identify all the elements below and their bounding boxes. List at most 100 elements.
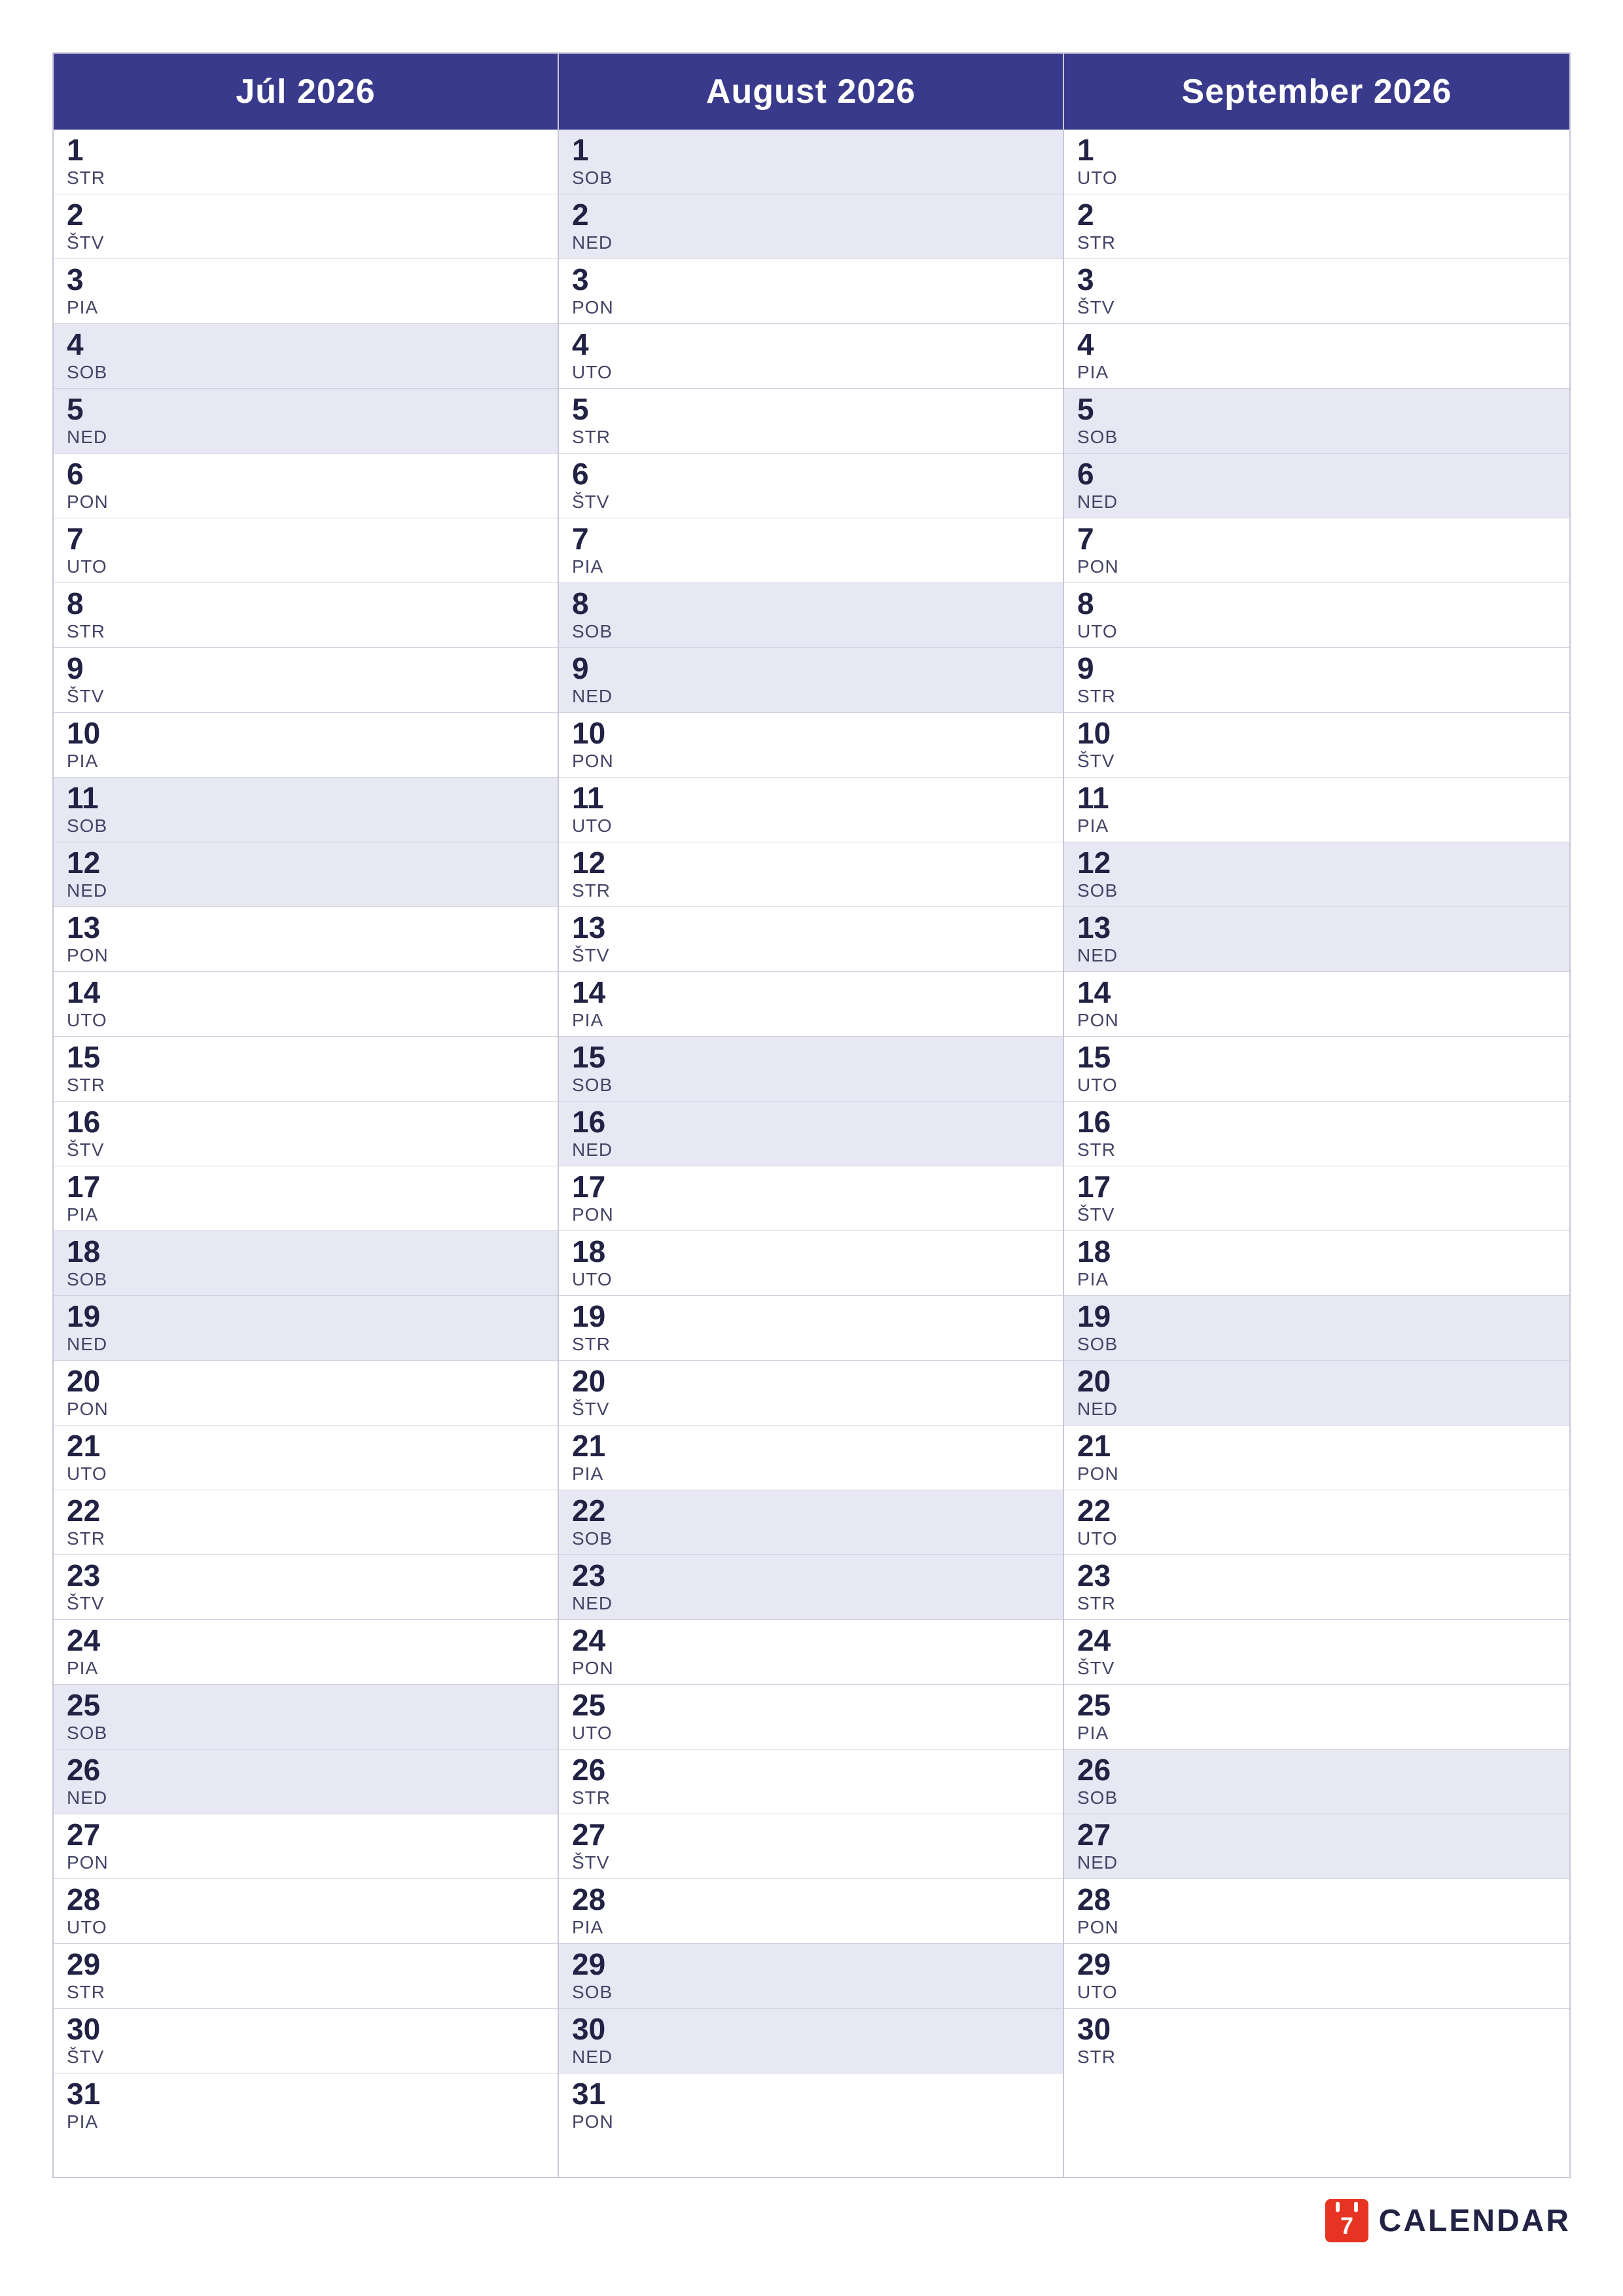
day-number: 30 <box>1077 2014 1130 2044</box>
day-info: 1STR <box>67 135 119 188</box>
day-row: 14PIA <box>559 972 1063 1037</box>
day-name: PIA <box>1077 816 1130 836</box>
day-name: PON <box>572 751 624 772</box>
day-info: 19NED <box>67 1301 119 1355</box>
day-row: 25UTO <box>559 1685 1063 1749</box>
day-number: 28 <box>572 1884 624 1914</box>
day-name: PIA <box>67 1204 119 1225</box>
day-row: 8STR <box>54 583 558 648</box>
day-info: 20ŠTV <box>572 1366 624 1420</box>
day-number: 27 <box>572 1820 624 1850</box>
day-number: 19 <box>67 1301 119 1331</box>
day-name: ŠTV <box>1077 1204 1130 1225</box>
day-name: PON <box>67 1852 119 1873</box>
day-row: 26NED <box>54 1749 558 1814</box>
day-name: ŠTV <box>1077 297 1130 318</box>
day-name: STR <box>1077 232 1130 253</box>
day-number: 24 <box>67 1625 119 1655</box>
day-info: 15SOB <box>572 1042 624 1096</box>
day-name: ŠTV <box>67 232 119 253</box>
day-number: 26 <box>572 1755 624 1785</box>
day-info: 25SOB <box>67 1690 119 1744</box>
day-number: 18 <box>1077 1236 1130 1266</box>
day-row: 6PON <box>54 454 558 518</box>
day-name: UTO <box>1077 1075 1130 1096</box>
day-number: 2 <box>572 200 624 230</box>
day-info: 30NED <box>572 2014 624 2068</box>
day-number: 28 <box>67 1884 119 1914</box>
day-name: PON <box>572 297 624 318</box>
day-row: 13NED <box>1064 907 1569 972</box>
day-number: 7 <box>572 524 624 554</box>
day-info: 29STR <box>67 1949 119 2003</box>
day-row: 12NED <box>54 842 558 907</box>
day-row: 23STR <box>1064 1555 1569 1620</box>
day-row: 28UTO <box>54 1879 558 1944</box>
day-info: 21PIA <box>572 1431 624 1484</box>
day-number: 6 <box>1077 459 1130 489</box>
day-row: 2STR <box>1064 194 1569 259</box>
day-info: 2ŠTV <box>67 200 119 253</box>
day-info: 15STR <box>67 1042 119 1096</box>
day-row: 18SOB <box>54 1231 558 1296</box>
day-row: 20NED <box>1064 1361 1569 1426</box>
day-number: 26 <box>1077 1755 1130 1785</box>
day-info: 27ŠTV <box>572 1820 624 1873</box>
day-number: 12 <box>1077 848 1130 878</box>
day-info: 19SOB <box>1077 1301 1130 1355</box>
day-name: ŠTV <box>572 945 624 966</box>
day-info: 3PON <box>572 264 624 318</box>
day-name: STR <box>1077 1593 1130 1614</box>
day-name: STR <box>1077 1139 1130 1160</box>
day-number: 30 <box>67 2014 119 2044</box>
day-number: 21 <box>1077 1431 1130 1461</box>
month-column-2: September 20261UTO2STR3ŠTV4PIA5SOB6NED7P… <box>1064 54 1569 2177</box>
day-row: 27NED <box>1064 1814 1569 1879</box>
day-name: ŠTV <box>67 686 119 707</box>
day-number: 29 <box>572 1949 624 1979</box>
days-container-1: 1SOB2NED3PON4UTO5STR6ŠTV7PIA8SOB9NED10PO… <box>559 130 1063 2177</box>
day-row: 23NED <box>559 1555 1063 1620</box>
day-row: 1SOB <box>559 130 1063 194</box>
day-number: 14 <box>1077 977 1130 1007</box>
day-number: 10 <box>1077 718 1130 748</box>
day-info: 17PON <box>572 1172 624 1225</box>
day-name: STR <box>572 880 624 901</box>
day-row: 7UTO <box>54 518 558 583</box>
day-name: UTO <box>572 1723 624 1744</box>
day-info: 13ŠTV <box>572 912 624 966</box>
day-name: SOB <box>1077 880 1130 901</box>
day-info: 29UTO <box>1077 1949 1130 2003</box>
day-number: 24 <box>572 1625 624 1655</box>
day-number: 15 <box>1077 1042 1130 1072</box>
day-name: STR <box>67 1528 119 1549</box>
day-number: 22 <box>1077 1496 1130 1526</box>
day-name: PIA <box>572 556 624 577</box>
day-info: 10PON <box>572 718 624 772</box>
day-name: NED <box>67 427 119 448</box>
day-row: 31PON <box>559 2073 1063 2138</box>
day-name: STR <box>572 427 624 448</box>
day-name: UTO <box>67 1463 119 1484</box>
day-row: 22UTO <box>1064 1490 1569 1555</box>
day-number: 15 <box>67 1042 119 1072</box>
day-name: NED <box>572 232 624 253</box>
day-name: SOB <box>67 1269 119 1290</box>
day-info: 9STR <box>1077 653 1130 707</box>
day-row: 4SOB <box>54 324 558 389</box>
day-number: 8 <box>572 588 624 619</box>
day-number: 1 <box>1077 135 1130 165</box>
day-row: 17PIA <box>54 1166 558 1231</box>
day-name: PON <box>67 1399 119 1420</box>
day-number: 19 <box>572 1301 624 1331</box>
brand-text: CALENDAR <box>1379 2203 1571 2239</box>
day-info: 12STR <box>572 848 624 901</box>
svg-text:7: 7 <box>1340 2212 1353 2239</box>
day-number: 9 <box>1077 653 1130 683</box>
day-row: 17ŠTV <box>1064 1166 1569 1231</box>
calendar-grid: Júl 20261STR2ŠTV3PIA4SOB5NED6PON7UTO8STR… <box>52 52 1571 2178</box>
day-info: 2NED <box>572 200 624 253</box>
day-info: 8SOB <box>572 588 624 642</box>
day-info: 11SOB <box>67 783 119 836</box>
day-number: 7 <box>1077 524 1130 554</box>
